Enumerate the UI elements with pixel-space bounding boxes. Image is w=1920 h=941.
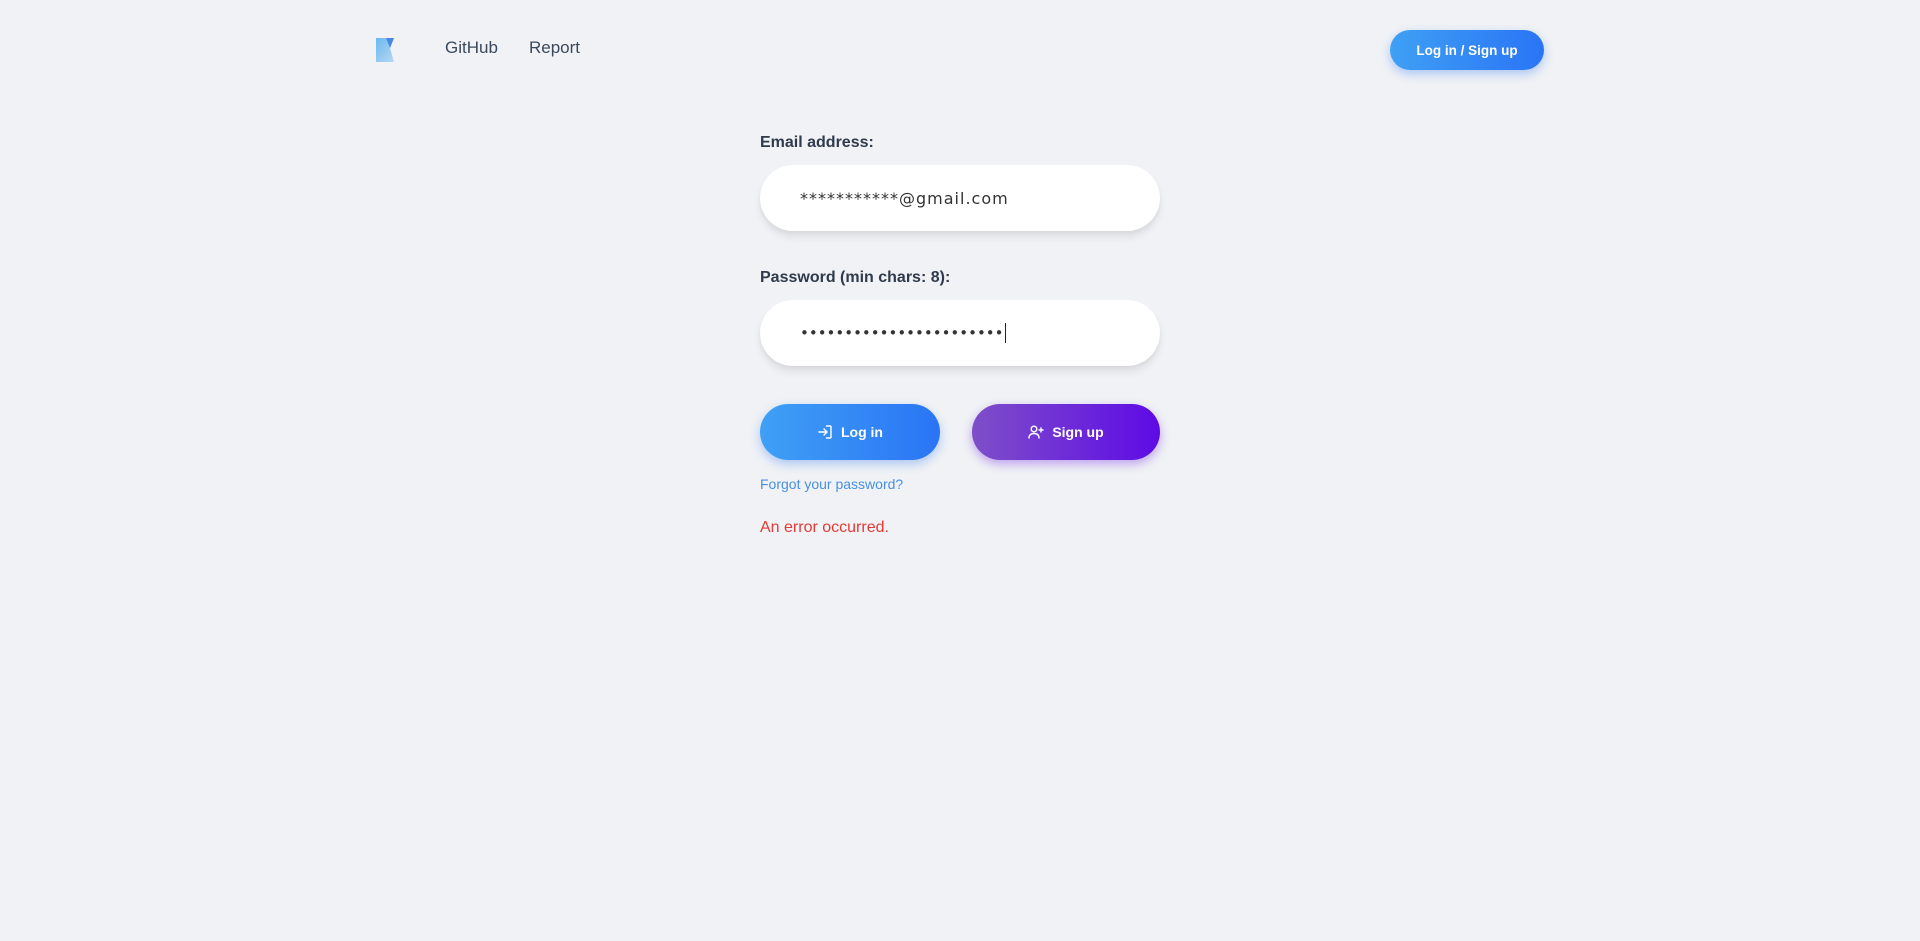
top-navigation-bar: GitHub Report Log in / Sign up: [0, 0, 1920, 100]
nav-link-github[interactable]: GitHub: [445, 38, 498, 58]
email-value: ***********@gmail.com: [800, 188, 1009, 208]
email-label: Email address:: [760, 134, 874, 151]
login-arrow-icon: [818, 425, 832, 439]
app-logo-icon[interactable]: [376, 38, 394, 62]
login-button-label: Log in: [841, 424, 883, 440]
password-value: •••••••••••••••••••••••: [800, 324, 1004, 342]
password-field[interactable]: •••••••••••••••••••••••: [760, 300, 1160, 366]
password-label: Password (min chars: 8):: [760, 269, 951, 286]
nav-link-report[interactable]: Report: [529, 38, 580, 58]
user-plus-icon: [1028, 425, 1045, 439]
error-message: An error occurred.: [760, 519, 889, 536]
signup-button-label: Sign up: [1052, 424, 1104, 440]
signup-button[interactable]: Sign up: [972, 404, 1160, 460]
email-field[interactable]: ***********@gmail.com: [760, 165, 1160, 231]
login-signup-header-button[interactable]: Log in / Sign up: [1390, 30, 1544, 70]
forgot-password-link[interactable]: Forgot your password?: [760, 476, 903, 492]
login-button[interactable]: Log in: [760, 404, 940, 460]
text-caret: [1004, 323, 1006, 343]
